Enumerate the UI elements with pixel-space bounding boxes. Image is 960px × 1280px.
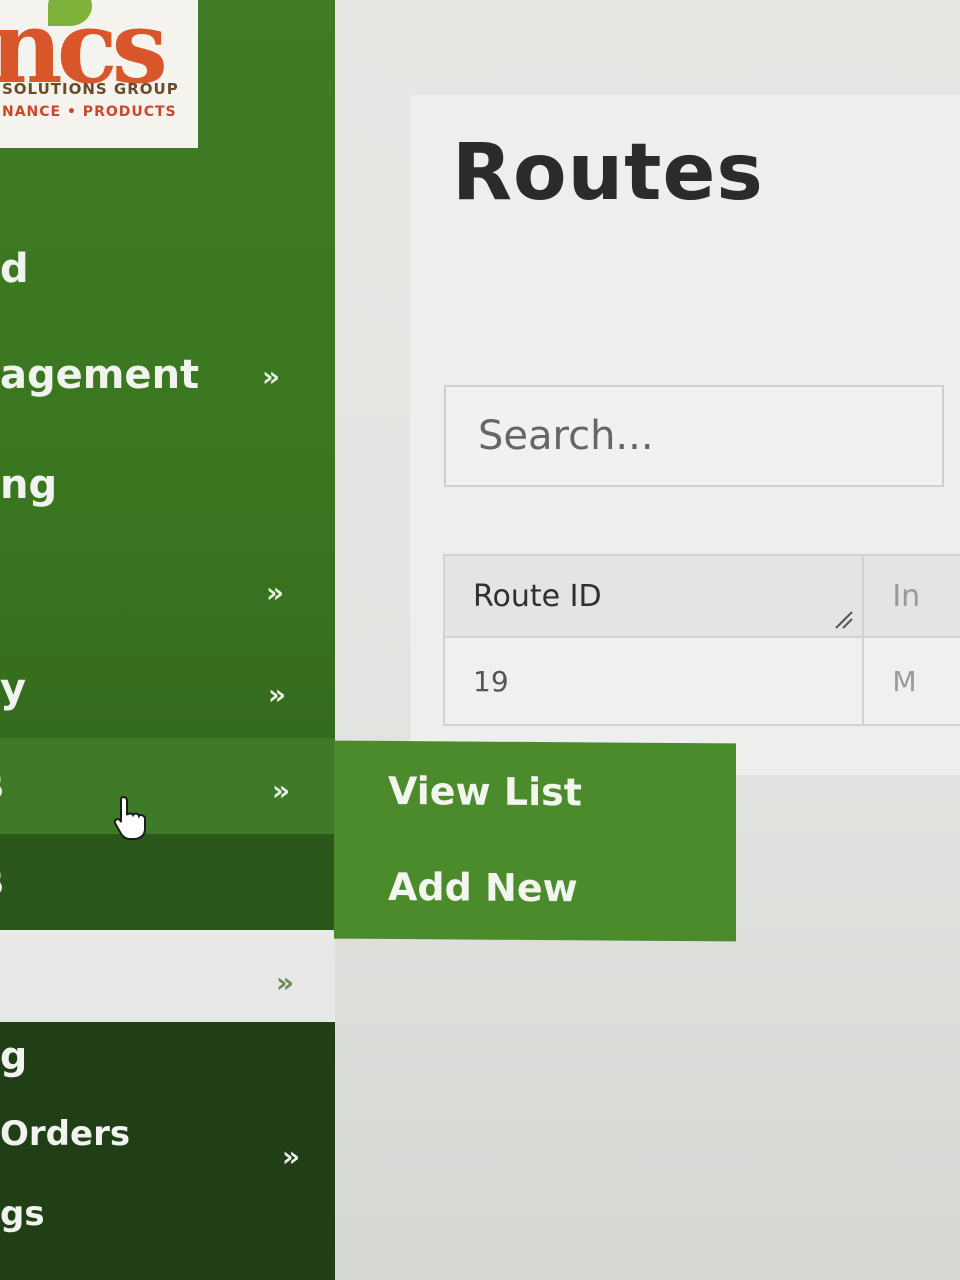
table-row[interactable]: 19 M — [442, 636, 960, 726]
table-header-row: Route ID In — [442, 554, 960, 638]
menu-item-view-list[interactable]: View List — [388, 769, 582, 814]
screen: Routes Route ID In 19 M — [0, 0, 960, 1280]
column-header-label: Route ID — [473, 578, 602, 614]
cell-route-id: 19 — [442, 636, 865, 726]
sidebar-item-label: ng — [0, 462, 58, 508]
chevron-right-icon: » — [268, 678, 287, 711]
sidebar-item-label: s — [0, 858, 4, 904]
sidebar-item-label: agement — [0, 352, 200, 398]
routes-flyout-menu: View List Add New — [334, 740, 736, 942]
sidebar-item-3[interactable]: ng — [0, 436, 335, 536]
logo: ncs SOLUTIONS GROUP NANCE • PRODUCTS — [0, 0, 198, 148]
sidebar-item-orders[interactable]: Orders — [0, 1114, 130, 1154]
sidebar-item-7[interactable]: s — [0, 834, 335, 930]
column-header-route-id[interactable]: Route ID — [442, 554, 865, 638]
chevron-right-icon: » — [272, 774, 291, 807]
sidebar-item-label[interactable]: gs — [0, 1194, 45, 1234]
chevron-right-icon: » — [262, 360, 281, 393]
routes-table: Route ID In 19 M — [442, 554, 960, 726]
logo-subtagline: NANCE • PRODUCTS — [2, 104, 177, 120]
sidebar-item-5[interactable]: y » — [0, 640, 335, 740]
menu-item-add-new[interactable]: Add New — [388, 865, 578, 910]
sidebar: ncs SOLUTIONS GROUP NANCE • PRODUCTS d a… — [0, 0, 335, 1280]
chevron-right-icon: » — [266, 576, 285, 609]
sidebar-item-label: d — [0, 246, 29, 292]
logo-tagline: SOLUTIONS GROUP — [2, 80, 179, 98]
cell-in: M — [862, 636, 960, 726]
sidebar-item-8[interactable]: » — [0, 930, 335, 1022]
resize-grip-icon[interactable] — [832, 608, 854, 630]
sidebar-item-label: y — [0, 666, 27, 712]
sidebar-item-dashboard[interactable]: d — [0, 222, 335, 322]
hand-cursor-icon — [113, 795, 146, 840]
sidebar-submenu-group: g Orders » gs — [0, 1022, 335, 1280]
sidebar-item-label: s — [0, 762, 4, 808]
chevron-right-icon: » — [276, 966, 295, 999]
chevron-right-icon: » — [282, 1140, 301, 1173]
sidebar-item-management[interactable]: agement » — [0, 328, 335, 428]
page-title: Routes — [452, 128, 764, 218]
search-input[interactable] — [446, 387, 942, 485]
sidebar-item-label[interactable]: g — [0, 1034, 27, 1078]
column-header-in[interactable]: In — [862, 554, 960, 638]
sidebar-item-4[interactable]: » — [0, 540, 335, 640]
sidebar-item-routes[interactable]: s » — [0, 738, 335, 834]
column-header-label: In — [892, 578, 921, 614]
search-field[interactable] — [444, 385, 944, 487]
